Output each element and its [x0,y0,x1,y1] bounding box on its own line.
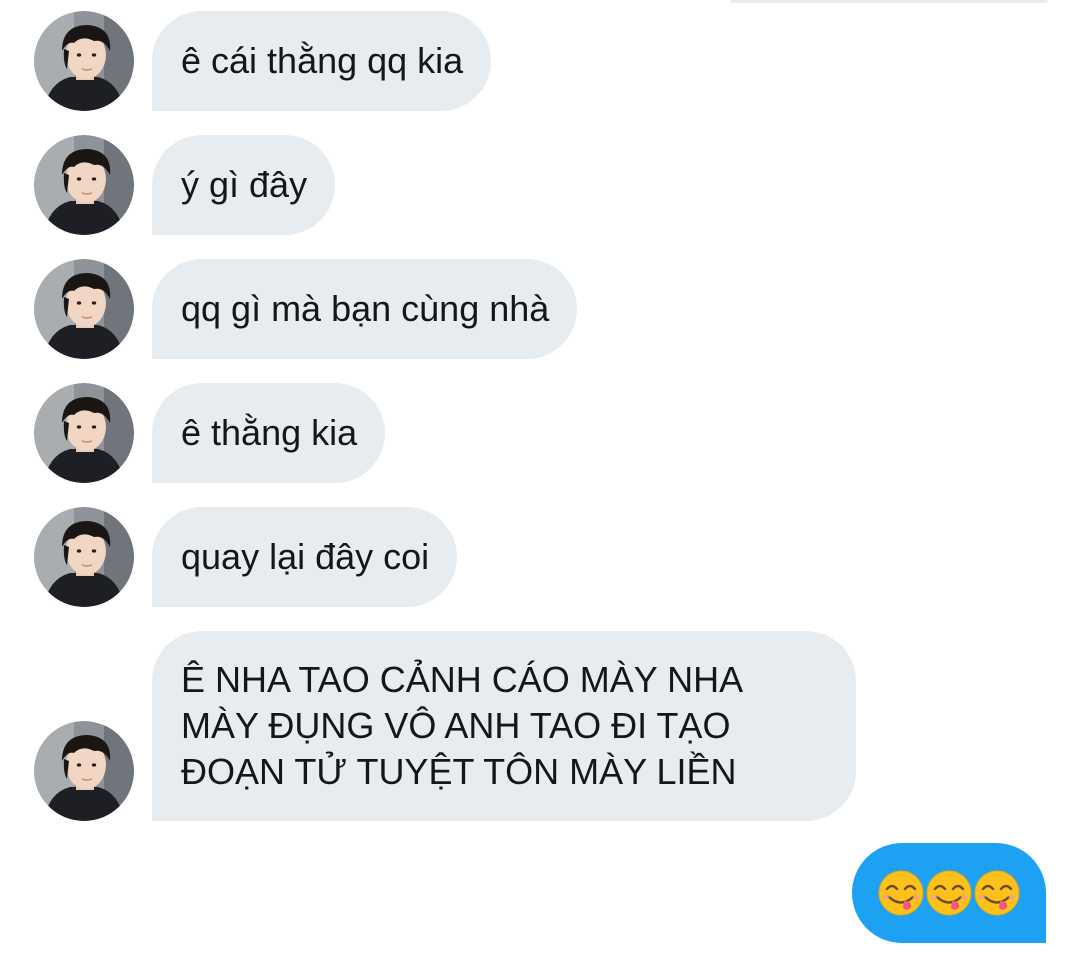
sent-message-bubble[interactable] [852,843,1046,943]
received-message-bubble[interactable]: qq gì mà bạn cùng nhà [152,259,578,359]
received-message-bubble[interactable]: ý gì đây [152,135,336,235]
message-text: ý gì đây [181,164,308,205]
face-savoring-food-emoji [974,870,1020,916]
message-text: ê thằng kia [181,412,358,453]
sender-avatar[interactable] [34,11,134,111]
received-message-bubble[interactable]: ê thằng kia [152,383,386,483]
message-text-line: ĐOẠN TỬ TUYỆT TÔN MÀY LIỀN [181,751,737,792]
sender-avatar[interactable] [34,507,134,607]
face-savoring-food-emoji [926,870,972,916]
emoji-group [878,870,1020,916]
message-text-line: MÀY ĐỤNG VÔ ANH TAO ĐI TẠO [181,705,731,746]
received-message-bubble[interactable]: quay lại đây coi [152,507,458,607]
message-text: qq gì mà bạn cùng nhà [181,288,550,329]
received-message-bubble[interactable]: ê cái thằng qq kia [152,11,492,111]
sender-avatar[interactable] [34,383,134,483]
sender-avatar[interactable] [34,721,134,821]
previous-message-edge [730,0,1048,3]
received-message-bubble[interactable]: Ê NHA TAO CẢNH CÁO MÀY NHA MÀY ĐỤNG VÔ A… [152,631,856,821]
sender-avatar[interactable] [34,259,134,359]
message-text: quay lại đây coi [181,536,430,577]
face-savoring-food-emoji [878,870,924,916]
message-text: ê cái thằng qq kia [181,40,464,81]
message-text-line: Ê NHA TAO CẢNH CÁO MÀY NHA [181,659,744,700]
sender-avatar[interactable] [34,135,134,235]
